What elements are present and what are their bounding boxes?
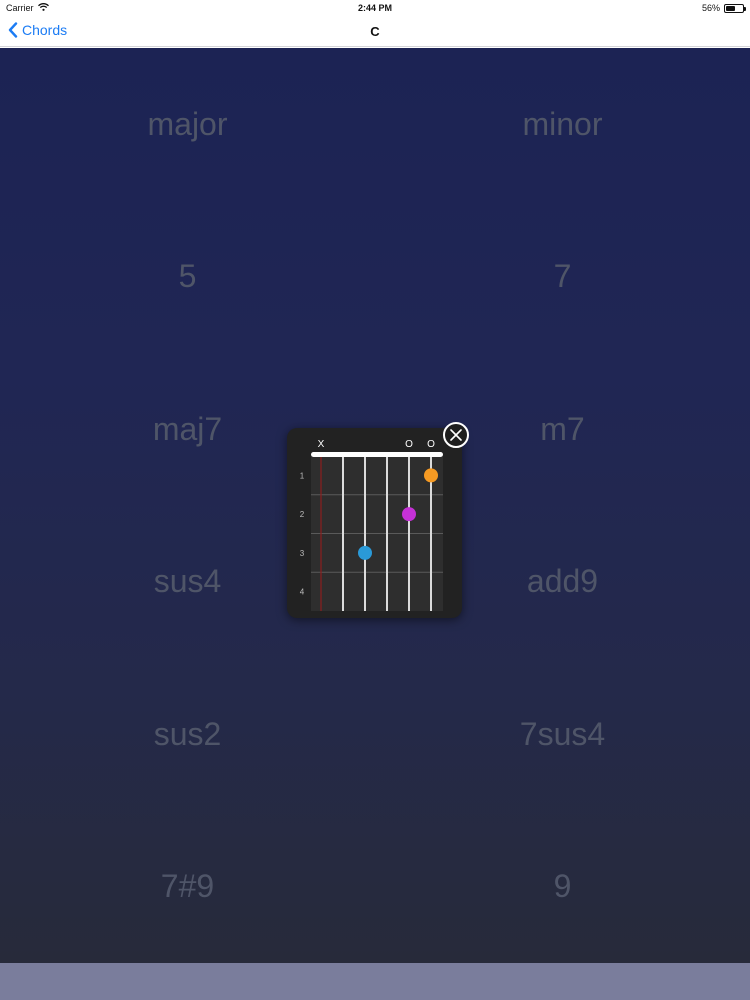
finger-dot [402, 507, 416, 522]
navigation-bar: Chords C [0, 15, 750, 47]
nut [311, 452, 443, 457]
close-button[interactable] [443, 422, 469, 448]
chord-diagram-popup: X O O 1 2 3 4 [287, 428, 462, 618]
muted-string-marker: X [318, 439, 325, 450]
open-string-marker: O [405, 439, 413, 450]
battery-tip [744, 6, 746, 11]
chord-type-minor[interactable]: minor [375, 48, 750, 201]
open-string-marker: O [427, 439, 435, 450]
fret-number: 4 [300, 588, 305, 597]
status-bar: Carrier 2:44 PM 56% [0, 0, 750, 15]
fret-number: 2 [300, 510, 305, 519]
chord-type-major[interactable]: major [0, 48, 375, 201]
chord-type-sus2[interactable]: sus2 [0, 658, 375, 811]
chord-type-5[interactable]: 5 [0, 201, 375, 354]
chord-diagram: X O O 1 2 3 4 [300, 439, 443, 611]
status-time: 2:44 PM [357, 3, 392, 13]
close-icon [450, 429, 462, 441]
page-title: C [370, 24, 380, 39]
chord-type-7sus4[interactable]: 7sus4 [375, 658, 750, 811]
fret-number: 1 [300, 471, 305, 480]
battery-percent: 56% [701, 3, 720, 13]
battery-fill [726, 5, 735, 11]
chord-type-9[interactable]: 9 [375, 811, 750, 964]
fret-number: 3 [300, 549, 305, 558]
battery-icon [724, 3, 746, 13]
finger-dot [424, 468, 438, 483]
bottom-bar [0, 963, 750, 1000]
chord-type-7-sharp-9[interactable]: 7#9 [0, 811, 375, 964]
finger-dot [358, 545, 372, 560]
status-right: 56% [701, 3, 746, 13]
chord-type-7[interactable]: 7 [375, 201, 750, 354]
